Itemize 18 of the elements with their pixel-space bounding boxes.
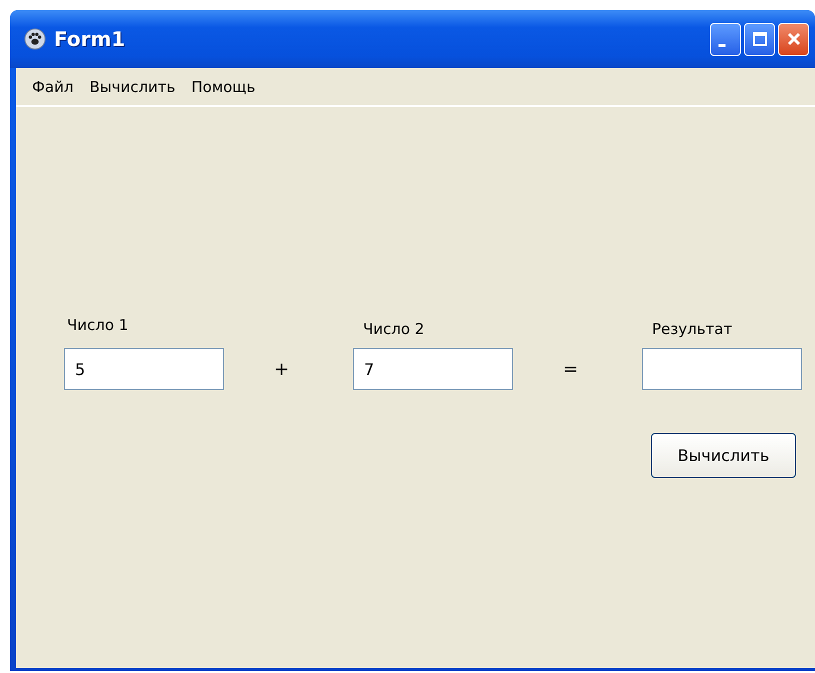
input-field[interactable] (642, 348, 802, 390)
field-label: Результат (651, 320, 734, 340)
operator-sign: + (272, 358, 290, 380)
menu-item[interactable]: Вычислить (81, 78, 184, 96)
minimize-button[interactable] (710, 22, 741, 56)
input-field[interactable]: 5 (64, 348, 224, 390)
paw-icon (24, 28, 46, 50)
menu-item[interactable]: Помощь (183, 78, 264, 96)
close-button[interactable] (778, 22, 809, 56)
calculate-button[interactable]: Вычислить (651, 433, 796, 478)
field-label: Число 1 (66, 316, 130, 336)
field-label: Число 2 (362, 320, 426, 340)
window-title: Form1 (54, 27, 126, 51)
input-field[interactable]: 7 (353, 348, 513, 390)
minimize-icon (718, 44, 726, 46)
maximize-button[interactable] (744, 22, 775, 56)
operator-sign: = (562, 358, 580, 380)
menu-item[interactable]: Файл (24, 78, 82, 96)
